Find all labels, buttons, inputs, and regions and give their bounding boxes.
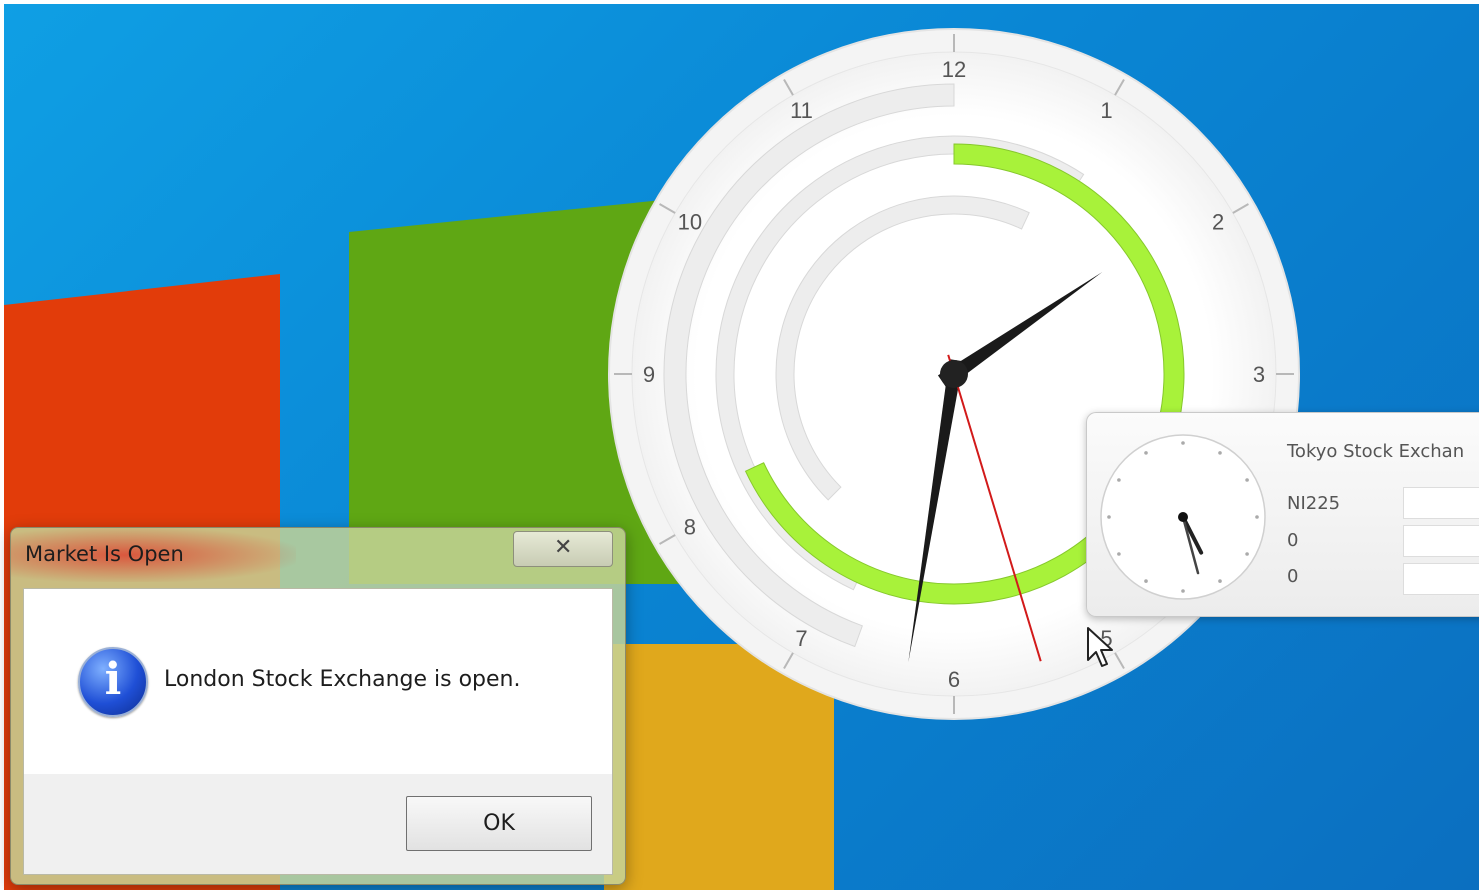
tokyo-value-1: 0: [1287, 530, 1299, 551]
clock-numeral: 3: [1253, 362, 1265, 387]
tokyo-value-2: 0: [1287, 566, 1299, 587]
clock-numeral: 2: [1212, 210, 1224, 235]
mini-clock-tick: [1117, 478, 1121, 482]
mini-clock-tick: [1181, 441, 1185, 445]
info-icon: i: [78, 647, 148, 717]
tokyo-mini-clock: [1100, 434, 1266, 600]
clock-numeral: 8: [684, 515, 696, 540]
clock-numeral: 7: [795, 626, 807, 651]
mini-clock-tick: [1245, 552, 1249, 556]
dialog-content: i London Stock Exchange is open.: [23, 588, 613, 775]
mini-clock-tick: [1144, 451, 1148, 455]
tokyo-value-box-3: [1403, 563, 1479, 595]
tokyo-title: Tokyo Stock Exchan: [1287, 441, 1465, 462]
mini-clock-tick: [1144, 579, 1148, 583]
tokyo-exchange-widget[interactable]: Tokyo Stock Exchan NI225 0 0: [1086, 412, 1479, 617]
info-icon-glyph: i: [104, 654, 122, 705]
tokyo-index-name: NI225: [1287, 493, 1341, 514]
dialog-titlebar[interactable]: Market Is Open ✕: [11, 528, 625, 586]
clock-numeral: 10: [678, 210, 702, 235]
mini-clock-tick: [1218, 451, 1222, 455]
clock-numeral: 9: [643, 362, 655, 387]
mini-clock-tick: [1245, 478, 1249, 482]
tokyo-value-box-2: [1403, 525, 1479, 557]
mini-clock-tick: [1107, 515, 1111, 519]
mini-clock-tick: [1218, 579, 1222, 583]
close-icon: ✕: [554, 535, 573, 560]
clock-numeral: 12: [942, 57, 966, 82]
dialog-footer: OK: [23, 774, 613, 875]
mouse-cursor-icon: [1087, 627, 1113, 667]
clock-numeral: 1: [1100, 98, 1112, 123]
mini-clock-tick: [1181, 589, 1185, 593]
clock-center-cap: [940, 360, 968, 388]
mini-clock-tick: [1117, 552, 1121, 556]
dialog-message: London Stock Exchange is open.: [164, 667, 521, 692]
market-open-dialog: Market Is Open ✕ i London Stock Exchange…: [10, 527, 626, 885]
mini-clock-center: [1178, 512, 1188, 522]
clock-numeral: 11: [790, 98, 813, 123]
tokyo-value-box-1: [1403, 487, 1479, 519]
clock-numeral: 6: [948, 667, 960, 692]
close-button[interactable]: ✕: [513, 531, 613, 567]
ok-button[interactable]: OK: [406, 796, 592, 851]
dialog-title: Market Is Open: [25, 542, 184, 566]
mini-clock-tick: [1255, 515, 1259, 519]
